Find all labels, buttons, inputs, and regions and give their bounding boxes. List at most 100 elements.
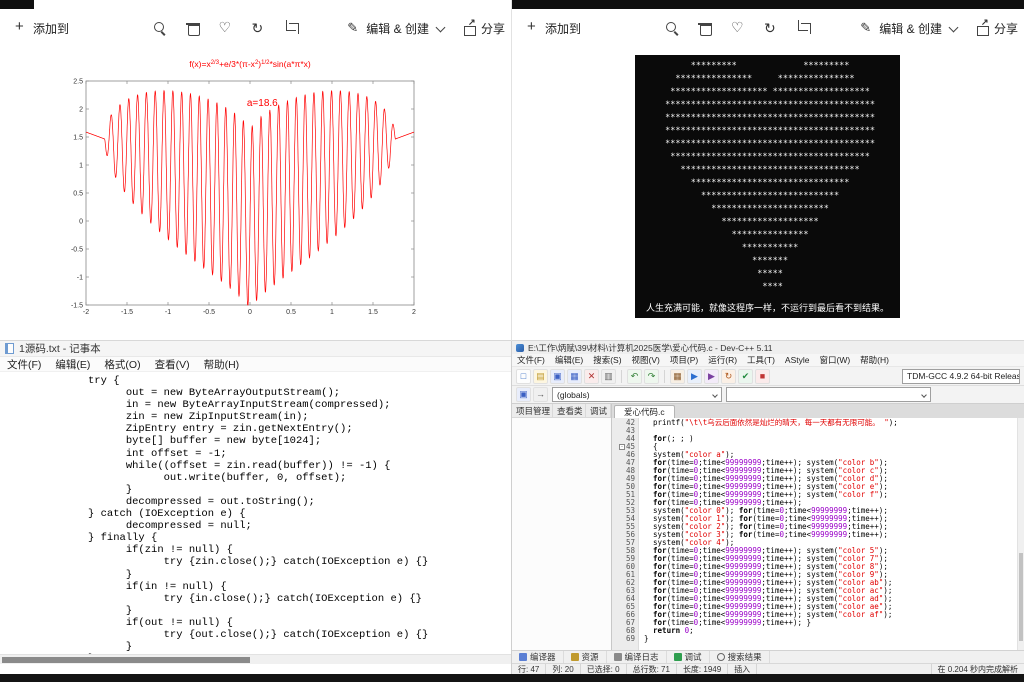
notepad-icon: [5, 343, 14, 354]
globals-select[interactable]: (globals): [552, 387, 722, 402]
devcpp-window: E:\工作\炳赋\39\材料\计算机2025医学\爱心代码.c - Dev-C+…: [512, 341, 1024, 674]
notepad-window: 1源码.txt - 记事本 文件(F)编辑(E)格式(O)查看(V)帮助(H) …: [0, 341, 512, 674]
svg-text:f(x)=x2/3+e/3*(π-x2)1/2*sin(a*: f(x)=x2/3+e/3*(π-x2)1/2*sin(a*π*x): [189, 59, 311, 69]
undo-icon[interactable]: ↶: [627, 369, 642, 384]
edit-icon: [859, 20, 875, 36]
open-file-icon[interactable]: ▤: [533, 369, 548, 384]
editor-scrollbar[interactable]: [1017, 418, 1024, 650]
favorite-icon[interactable]: [218, 20, 234, 36]
share-button[interactable]: 分享: [974, 20, 1018, 37]
menu-item[interactable]: 工具(T): [742, 354, 780, 366]
svg-text:2.5: 2.5: [73, 79, 83, 86]
crop-icon[interactable]: [796, 20, 812, 36]
close-file-icon[interactable]: ✕: [584, 369, 599, 384]
devcpp-sidebar-tabs: 项目管理查看类调试: [512, 404, 611, 418]
crop-icon[interactable]: [284, 20, 300, 36]
sidebar-tab[interactable]: 项目管理: [512, 404, 553, 417]
zoom-icon[interactable]: [664, 20, 680, 36]
run-icon[interactable]: ▶: [687, 369, 702, 384]
menu-item[interactable]: AStyle: [780, 355, 815, 365]
menu-item[interactable]: 格式(O): [97, 357, 147, 372]
menu-item[interactable]: 窗口(W): [814, 354, 855, 366]
svg-text:0: 0: [248, 309, 252, 316]
redo-icon[interactable]: ↷: [644, 369, 659, 384]
menu-item[interactable]: 文件(F): [512, 354, 550, 366]
edit-icon: [346, 20, 362, 36]
debug-icon[interactable]: ✔: [738, 369, 753, 384]
tab-debug[interactable]: 调试: [667, 651, 710, 663]
svg-text:-2: -2: [83, 309, 89, 316]
window-title: 1源码.txt - 记事本: [19, 341, 101, 356]
share-label: 分享: [481, 20, 505, 37]
menu-item[interactable]: 编辑(E): [550, 354, 588, 366]
devcpp-codepane[interactable]: printf("\t\t乌云后面依然是灿烂的晴天，每一天都有无限可能。 "); …: [639, 418, 1024, 650]
devcpp-toolbar: □▤▣▦✕▥↶↷▦▶▶↻✔■ TDM-GCC 4.9.2 64-bit Rele…: [512, 366, 1024, 386]
tab-compiler[interactable]: 编译器: [512, 651, 564, 663]
tab-compile-log-icon: [614, 653, 622, 661]
editor-area: 爱心代码.c 424344-45464748495051525354555657…: [612, 404, 1024, 650]
notepad-menubar: 文件(F)编辑(E)格式(O)查看(V)帮助(H): [0, 357, 511, 372]
toolbar-separator: [664, 370, 665, 383]
tab-search-results[interactable]: 搜索结果: [710, 651, 770, 663]
delete-icon[interactable]: [697, 20, 713, 36]
devcpp-gutter: 424344-454647484950515253545556575859606…: [612, 418, 639, 650]
share-icon: [461, 20, 477, 36]
menu-item[interactable]: 查看(V): [148, 357, 197, 372]
goto-definition-icon[interactable]: →: [533, 387, 548, 402]
notepad-text[interactable]: try { out = new ByteArrayOutputStream();…: [0, 372, 511, 664]
rebuild-all-icon[interactable]: ↻: [721, 369, 736, 384]
editor-tab[interactable]: 爱心代码.c: [614, 405, 675, 418]
menu-item[interactable]: 文件(F): [0, 357, 48, 372]
code-editor[interactable]: 424344-454647484950515253545556575859606…: [612, 418, 1024, 650]
class-browser-icon[interactable]: ▣: [516, 387, 531, 402]
photos-window-console: 添加到 编辑 & 创建 分享: [512, 0, 1024, 341]
edit-create-button[interactable]: 编辑 & 创建: [859, 20, 962, 37]
tab-resources-icon: [571, 653, 579, 661]
status-segment: 已选择: 0: [581, 664, 627, 674]
zoom-icon[interactable]: [152, 20, 168, 36]
compiler-select[interactable]: TDM-GCC 4.9.2 64-bit Release: [902, 369, 1020, 384]
save-icon[interactable]: ▣: [550, 369, 565, 384]
project-tree[interactable]: [512, 418, 611, 650]
status-segment: 行: 47: [512, 664, 546, 674]
compile-run-icon[interactable]: ▶: [704, 369, 719, 384]
menu-item[interactable]: 视图(V): [627, 354, 665, 366]
edit-create-button[interactable]: 编辑 & 创建: [346, 20, 449, 37]
menu-item[interactable]: 编辑(E): [48, 357, 97, 372]
compiler-label: TDM-GCC 4.9.2 64-bit Release: [907, 371, 1020, 381]
members-select[interactable]: [726, 387, 931, 402]
delete-icon[interactable]: [185, 20, 201, 36]
svg-text:-1: -1: [77, 275, 83, 282]
save-all-icon[interactable]: ▦: [567, 369, 582, 384]
menu-item[interactable]: 项目(P): [665, 354, 703, 366]
sidebar-tab[interactable]: 查看类: [553, 404, 586, 417]
toolbar-separator: [621, 370, 622, 383]
svg-text:1.5: 1.5: [368, 309, 378, 316]
scrollbar-thumb[interactable]: [2, 657, 250, 663]
chevron-down-icon: [433, 20, 449, 36]
tab-compiler-icon: [519, 653, 527, 661]
menu-item[interactable]: 运行(R): [703, 354, 742, 366]
tab-resources[interactable]: 资源: [564, 651, 607, 663]
horizontal-scrollbar[interactable]: [0, 654, 511, 664]
share-button[interactable]: 分享: [461, 20, 505, 37]
menu-item[interactable]: 帮助(H): [855, 354, 894, 366]
taskbar[interactable]: [0, 674, 1024, 682]
window-chrome-fragment: [512, 0, 1024, 9]
stop-icon[interactable]: ■: [755, 369, 770, 384]
tab-compile-log[interactable]: 编译日志: [607, 651, 667, 663]
scrollbar-thumb[interactable]: [1019, 553, 1023, 641]
compile-icon[interactable]: ▦: [670, 369, 685, 384]
project-panel: 项目管理查看类调试: [512, 404, 612, 650]
photos-toolbar-right: 编辑 & 创建 分享: [859, 20, 1018, 37]
favorite-icon[interactable]: [730, 20, 746, 36]
rotate-icon[interactable]: [763, 20, 779, 36]
new-file-icon[interactable]: □: [516, 369, 531, 384]
menu-item[interactable]: 帮助(H): [197, 357, 247, 372]
devcpp-icon: [516, 344, 524, 352]
print-icon[interactable]: ▥: [601, 369, 616, 384]
sidebar-tab[interactable]: 调试: [586, 404, 611, 417]
menu-item[interactable]: 搜索(S): [588, 354, 626, 366]
rotate-icon[interactable]: [251, 20, 267, 36]
notepad-edit-area[interactable]: try { out = new ByteArrayOutputStream();…: [0, 372, 511, 664]
